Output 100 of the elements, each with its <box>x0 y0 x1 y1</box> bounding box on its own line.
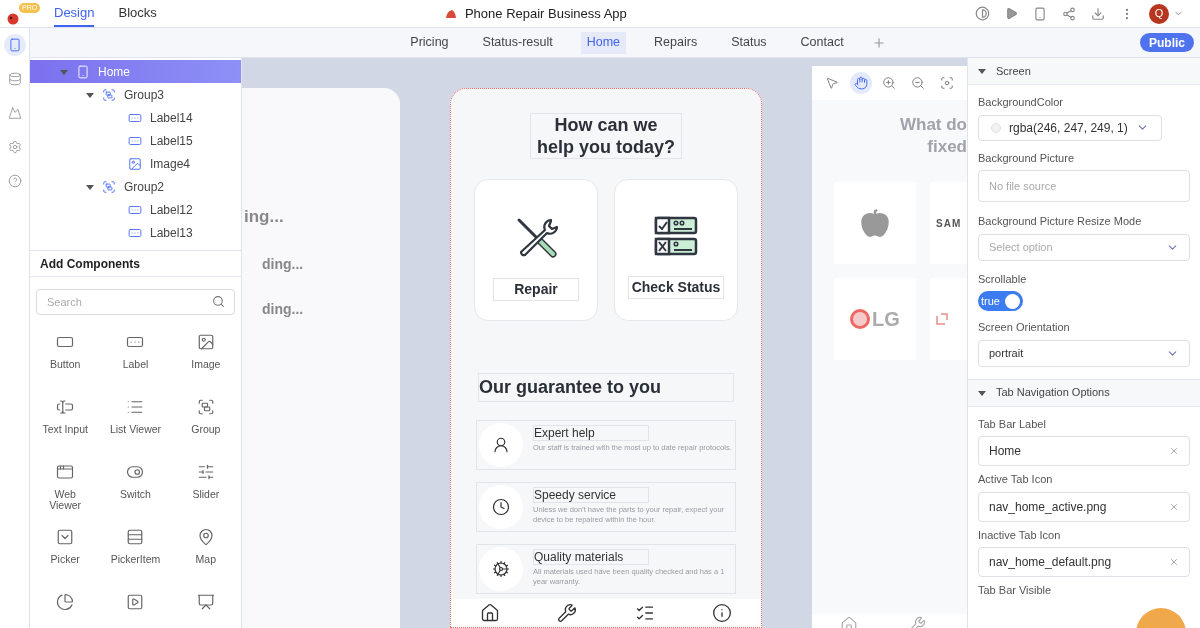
heading-text: What do fixed <box>898 114 967 158</box>
tree-item[interactable]: Label12 <box>30 198 241 221</box>
caret-icon[interactable] <box>978 388 986 397</box>
screen-tab[interactable]: Contact <box>794 31 850 54</box>
color-swatch <box>991 122 1001 133</box>
component-tile[interactable]: Switch <box>100 463 171 516</box>
toggle-switch[interactable]: true <box>978 291 1023 311</box>
phone-icon[interactable] <box>1033 6 1047 21</box>
text-field[interactable]: nav_home_default.png <box>978 547 1190 577</box>
group-icon <box>102 87 116 102</box>
text-field[interactable]: nav_home_active.png <box>978 491 1190 522</box>
color-select[interactable]: rgba(246, 247, 249, 1) <box>978 114 1162 141</box>
clock-icon <box>492 498 510 516</box>
public-button[interactable]: Public <box>1140 33 1194 52</box>
zoom-out-icon <box>911 76 926 90</box>
clear-icon[interactable] <box>1169 501 1179 512</box>
screen-tab[interactable]: Repairs <box>648 31 704 54</box>
add-screen-icon[interactable] <box>871 35 886 50</box>
settings-icon <box>7 140 22 154</box>
cog-icon <box>492 560 510 578</box>
brand-tile[interactable]: SAM <box>930 182 967 264</box>
component-tile[interactable]: Slider <box>170 463 241 516</box>
phone-icon <box>76 64 90 79</box>
component-tile[interactable]: Text Input <box>30 398 101 451</box>
tree-item[interactable]: Label14 <box>30 106 241 129</box>
section-header[interactable]: Tab Navigation Options <box>968 379 1200 407</box>
loading-text: ding... <box>261 299 305 319</box>
brand-tile[interactable] <box>834 182 916 264</box>
home-icon[interactable] <box>479 603 500 623</box>
slider-icon <box>196 463 215 481</box>
section-title: Our guarantee to you <box>478 373 734 402</box>
user-avatar[interactable]: Q <box>1149 3 1169 24</box>
guarantee-title: Speedy service <box>533 487 649 503</box>
text-field[interactable]: Home <box>978 436 1190 466</box>
action-card[interactable]: Check Status <box>614 179 738 321</box>
section-header[interactable]: Screen <box>968 58 1200 85</box>
circle-logo-icon <box>850 309 871 329</box>
caret-icon[interactable] <box>978 67 986 75</box>
info-icon[interactable] <box>712 603 733 623</box>
caret-icon[interactable] <box>86 182 94 191</box>
caret-icon[interactable] <box>86 90 94 99</box>
checklist-icon <box>654 214 698 258</box>
checklist-icon[interactable] <box>634 603 655 623</box>
play-icon[interactable] <box>1005 7 1018 20</box>
tree-item[interactable]: Group2 <box>30 175 241 198</box>
person-icon <box>492 436 510 454</box>
field-label: Background Picture Resize Mode <box>978 214 1143 229</box>
component-tile[interactable]: List Viewer <box>100 398 171 451</box>
screen-tab[interactable]: Pricing <box>404 31 455 54</box>
window-icon <box>56 463 75 481</box>
search-field[interactable]: Search <box>36 289 235 315</box>
file-input[interactable]: No file source <box>978 170 1190 202</box>
field-label: Tab Bar Label <box>978 416 1047 432</box>
mountain-icon <box>7 106 22 120</box>
field-label: Scrollable <box>978 271 1028 287</box>
component-tile[interactable]: Web Viewer <box>30 463 101 516</box>
select-field[interactable]: portrait <box>978 339 1190 367</box>
map-pin-icon <box>196 528 215 546</box>
field-label: BackgroundColor <box>978 95 1064 110</box>
tree-item[interactable]: Image4 <box>30 152 241 175</box>
screen-tab[interactable]: Status <box>725 31 773 54</box>
tree-item[interactable]: Label13 <box>30 221 241 244</box>
tree-item[interactable]: Label15 <box>30 129 241 152</box>
action-card[interactable]: Repair <box>474 179 598 321</box>
component-tile[interactable]: Label <box>100 333 171 386</box>
canvas-tool[interactable] <box>849 72 872 94</box>
component-tile[interactable]: Image <box>170 333 241 386</box>
square-logo-icon <box>936 313 948 325</box>
component-tile[interactable]: Map <box>170 528 241 581</box>
share-icon[interactable] <box>1062 6 1076 21</box>
contrast-icon[interactable] <box>975 6 990 21</box>
field-label: Inactive Tab Icon <box>978 527 1062 543</box>
guarantee-title: Expert help <box>533 425 649 441</box>
clear-icon[interactable] <box>1169 446 1179 456</box>
tree-item[interactable]: Group3 <box>30 83 241 106</box>
component-tile[interactable]: Picker <box>30 528 101 581</box>
component-tile[interactable]: Group <box>170 398 241 451</box>
screen-tab[interactable]: Status-result <box>476 31 559 54</box>
mode-tab[interactable]: Blocks <box>118 0 157 27</box>
database-icon <box>7 72 22 86</box>
download-icon[interactable] <box>1091 6 1105 21</box>
project-title: Phone Repair Business App <box>464 4 627 23</box>
pie-chart-icon <box>56 593 75 611</box>
clear-icon[interactable] <box>1169 557 1179 567</box>
lg-logo-text: LG <box>872 307 900 332</box>
zoom-in-icon <box>882 76 897 90</box>
field-label: Background Picture <box>978 150 1075 166</box>
loading-text: ding... <box>261 254 305 274</box>
text-input-icon <box>56 398 75 416</box>
component-tile[interactable]: PickerItem <box>100 528 171 581</box>
component-tile[interactable]: Button <box>30 333 101 386</box>
presentation-icon <box>196 593 215 611</box>
field-label: Tab Bar Visible <box>978 583 1053 598</box>
toggle-icon <box>126 463 145 481</box>
wrench-icon[interactable] <box>557 603 578 623</box>
dropdown-icon <box>56 528 75 546</box>
play-icon <box>126 593 145 611</box>
loading-text: ing... <box>243 206 285 228</box>
rail-button[interactable] <box>3 34 26 56</box>
screen-tab[interactable]: Home <box>580 31 627 54</box>
